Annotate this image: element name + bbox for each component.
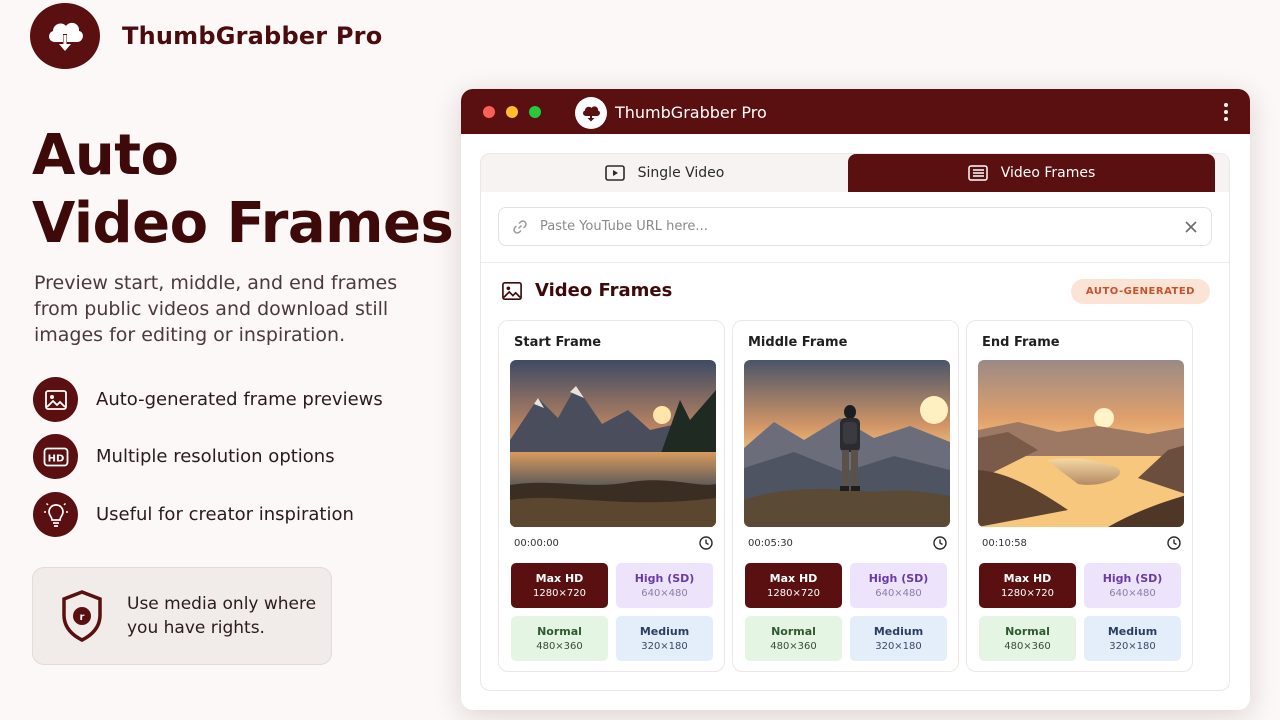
resolution-dims: 1280×720 — [533, 588, 586, 599]
tab-video-frames[interactable]: Video Frames — [848, 154, 1215, 192]
frame-timestamp: 00:10:58 — [982, 538, 1027, 549]
resolution-dims: 480×360 — [1004, 641, 1051, 652]
feature-item-inspiration: Useful for creator inspiration — [33, 492, 354, 537]
hero-title: Auto Video Frames — [32, 122, 454, 258]
resolution-label: Max HD — [1003, 572, 1052, 585]
link-icon — [513, 219, 527, 234]
frame-card-title: End Frame — [982, 335, 1060, 350]
max-hd-button[interactable]: Max HD 1280×720 — [511, 563, 608, 608]
resolution-label: Medium — [873, 625, 924, 638]
resolution-label: High (SD) — [868, 572, 929, 585]
frame-thumbnail[interactable] — [510, 360, 716, 527]
high-sd-button[interactable]: High (SD) 640×480 — [1084, 563, 1181, 608]
app-window: ThumbGrabber Pro Single Video Video Fram… — [461, 89, 1250, 710]
feature-label: Multiple resolution options — [96, 446, 335, 467]
frame-thumbnail[interactable] — [978, 360, 1184, 527]
hero-title-line1: Auto — [32, 123, 179, 188]
close-window-button[interactable] — [483, 106, 495, 118]
medium-button[interactable]: Medium 320×180 — [1084, 616, 1181, 661]
rights-notice: r Use media only where you have rights. — [32, 567, 332, 665]
max-hd-button[interactable]: Max HD 1280×720 — [979, 563, 1076, 608]
resolution-dims: 320×180 — [875, 641, 922, 652]
resolution-dims: 1280×720 — [1001, 588, 1054, 599]
feature-label: Useful for creator inspiration — [96, 504, 354, 525]
resolution-dims: 480×360 — [770, 641, 817, 652]
resolution-label: Medium — [1107, 625, 1158, 638]
resolution-dims: 640×480 — [875, 588, 922, 599]
url-bar — [498, 207, 1212, 246]
maximize-window-button[interactable] — [529, 106, 541, 118]
normal-button[interactable]: Normal 480×360 — [979, 616, 1076, 661]
max-hd-button[interactable]: Max HD 1280×720 — [745, 563, 842, 608]
resolution-label: Normal — [537, 625, 582, 638]
clock-icon — [933, 536, 947, 550]
high-sd-button[interactable]: High (SD) 640×480 — [850, 563, 947, 608]
resolution-dims: 640×480 — [1109, 588, 1156, 599]
resolution-label: Medium — [639, 625, 690, 638]
hd-icon: HD — [33, 434, 78, 479]
list-icon — [967, 165, 988, 181]
main-panel: Single Video Video Frames Paste YouTube … — [480, 153, 1230, 691]
tab-single-video[interactable]: Single Video — [481, 154, 848, 192]
feature-label: Auto-generated frame previews — [96, 389, 383, 410]
resolution-label: Normal — [771, 625, 816, 638]
normal-button[interactable]: Normal 480×360 — [511, 616, 608, 661]
frame-cards: Start Frame 00:00:00 Max HD 1280×720 Hig… — [498, 320, 1193, 672]
medium-button[interactable]: Medium 320×180 — [850, 616, 947, 661]
frame-card-start: Start Frame 00:00:00 Max HD 1280×720 Hig… — [498, 320, 725, 672]
resolution-dims: 1280×720 — [767, 588, 820, 599]
resolution-label: Normal — [1005, 625, 1050, 638]
resolution-label: Max HD — [769, 572, 818, 585]
play-icon — [604, 165, 625, 181]
frame-timestamp: 00:05:30 — [748, 538, 793, 549]
resolution-dims: 640×480 — [641, 588, 688, 599]
rights-notice-text: Use media only where you have rights. — [127, 594, 317, 638]
clear-icon[interactable] — [1183, 219, 1199, 235]
frame-card-title: Start Frame — [514, 335, 602, 350]
hero-title-line2: Video Frames — [32, 191, 454, 256]
brand-name: ThumbGrabber Pro — [122, 22, 383, 50]
resolution-label: Max HD — [535, 572, 584, 585]
more-options-icon[interactable] — [1224, 103, 1228, 121]
clock-icon — [699, 536, 713, 550]
shield-icon: r — [62, 590, 102, 642]
section-header: Video Frames — [501, 280, 672, 301]
image-icon — [502, 281, 522, 300]
clock-icon — [1167, 536, 1181, 550]
resolution-label: High (SD) — [634, 572, 695, 585]
hero-description: Preview start, middle, and end frames fr… — [34, 272, 398, 346]
feature-item-frame-previews: Auto-generated frame previews — [33, 377, 383, 422]
minimize-window-button[interactable] — [506, 106, 518, 118]
image-icon — [33, 377, 78, 422]
resolution-dims: 320×180 — [1109, 641, 1156, 652]
resolution-dims: 480×360 — [536, 641, 583, 652]
app-logo-icon — [575, 97, 607, 129]
svg-text:r: r — [80, 612, 85, 623]
frame-thumbnail[interactable] — [744, 360, 950, 527]
feature-item-resolutions: HD Multiple resolution options — [33, 434, 335, 479]
tab-label: Single Video — [637, 165, 725, 181]
section-title: Video Frames — [535, 280, 673, 301]
auto-generated-badge: AUTO-GENERATED — [1070, 279, 1210, 304]
resolution-dims: 320×180 — [641, 641, 688, 652]
frame-timestamp: 00:00:00 — [514, 538, 559, 549]
frame-card-middle: Middle Frame 00:05:30 Max HD 1280×720 Hi… — [732, 320, 959, 672]
brand-logo — [30, 3, 100, 69]
resolution-label: High (SD) — [1102, 572, 1163, 585]
cloud-download-icon — [49, 22, 83, 51]
high-sd-button[interactable]: High (SD) 640×480 — [616, 563, 713, 608]
svg-text:HD: HD — [47, 453, 64, 464]
url-input[interactable] — [540, 219, 1160, 234]
tab-label: Video Frames — [1000, 165, 1096, 181]
medium-button[interactable]: Medium 320×180 — [616, 616, 713, 661]
normal-button[interactable]: Normal 480×360 — [745, 616, 842, 661]
frame-card-end: End Frame 00:10:58 Max HD 1280×720 High … — [966, 320, 1193, 672]
divider — [481, 262, 1229, 263]
lightbulb-icon — [33, 492, 78, 537]
window-title: ThumbGrabber Pro — [615, 103, 767, 122]
window-titlebar: ThumbGrabber Pro — [461, 89, 1250, 134]
tab-bar: Single Video Video Frames — [481, 154, 1229, 192]
frame-card-title: Middle Frame — [748, 335, 848, 350]
